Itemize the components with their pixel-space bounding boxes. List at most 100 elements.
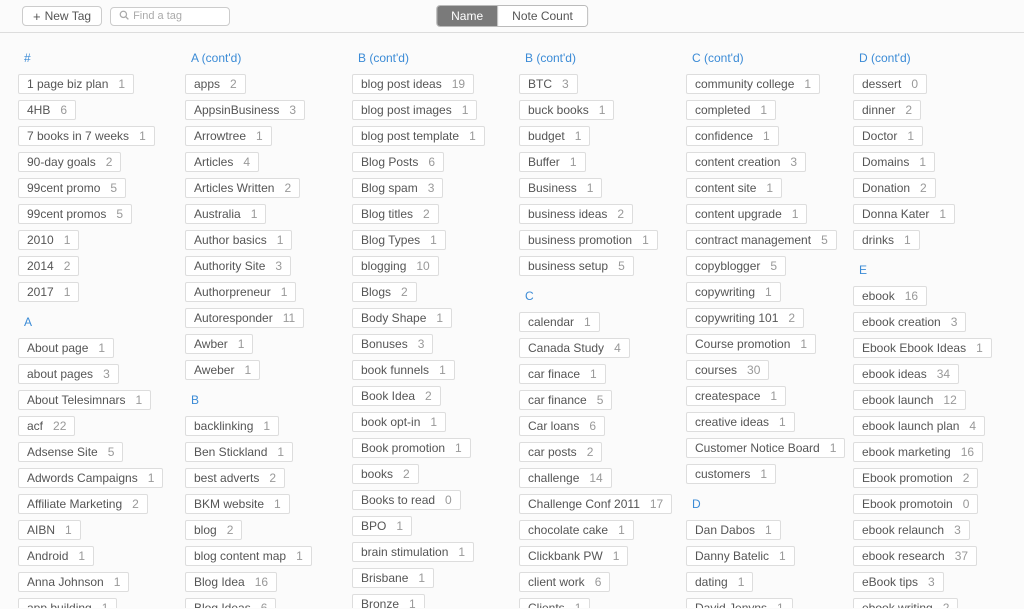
tag-pill[interactable]: 7 books in 7 weeks1 bbox=[18, 126, 155, 146]
tag-pill[interactable]: eBook tips3 bbox=[853, 572, 944, 592]
tag-pill[interactable]: challenge14 bbox=[519, 468, 612, 488]
tag-pill[interactable]: Australia1 bbox=[185, 204, 266, 224]
tag-pill[interactable]: content creation3 bbox=[686, 152, 806, 172]
tag-pill[interactable]: Donna Kater1 bbox=[853, 204, 955, 224]
tag-pill[interactable]: BKM website1 bbox=[185, 494, 290, 514]
tag-pill[interactable]: Ebook promotion2 bbox=[853, 468, 978, 488]
tag-pill[interactable]: Donation2 bbox=[853, 178, 936, 198]
tag-pill[interactable]: 1 page biz plan1 bbox=[18, 74, 134, 94]
tag-pill[interactable]: books2 bbox=[352, 464, 419, 484]
tag-pill[interactable]: Customer Notice Board1 bbox=[686, 438, 845, 458]
tag-pill[interactable]: 20171 bbox=[18, 282, 79, 302]
tag-pill[interactable]: AIBN1 bbox=[18, 520, 81, 540]
sort-by-count-button[interactable]: Note Count bbox=[497, 6, 587, 26]
tag-pill[interactable]: Android1 bbox=[18, 546, 94, 566]
tag-pill[interactable]: createspace1 bbox=[686, 386, 786, 406]
tag-pill[interactable]: Ebook promotoin0 bbox=[853, 494, 978, 514]
tag-pill[interactable]: Car loans6 bbox=[519, 416, 605, 436]
tag-pill[interactable]: ebook marketing16 bbox=[853, 442, 983, 462]
tag-pill[interactable]: Book promotion1 bbox=[352, 438, 471, 458]
tag-pill[interactable]: creative ideas1 bbox=[686, 412, 795, 432]
tag-pill[interactable]: Blog Idea16 bbox=[185, 572, 277, 592]
tag-pill[interactable]: car finace1 bbox=[519, 364, 606, 384]
tag-pill[interactable]: copyblogger5 bbox=[686, 256, 786, 276]
tag-pill[interactable]: Aweber1 bbox=[185, 360, 260, 380]
tag-pill[interactable]: Ben Stickland1 bbox=[185, 442, 293, 462]
tag-pill[interactable]: 20142 bbox=[18, 256, 79, 276]
tag-pill[interactable]: acf22 bbox=[18, 416, 75, 436]
tag-pill[interactable]: Autoresponder11 bbox=[185, 308, 304, 328]
tag-pill[interactable]: Books to read0 bbox=[352, 490, 461, 510]
tag-pill[interactable]: Awber1 bbox=[185, 334, 253, 354]
tag-pill[interactable]: Authorpreneur1 bbox=[185, 282, 296, 302]
tag-pill[interactable]: app building1 bbox=[18, 598, 117, 608]
tag-pill[interactable]: Adsense Site5 bbox=[18, 442, 123, 462]
tag-pill[interactable]: buck books1 bbox=[519, 100, 614, 120]
tag-pill[interactable]: Brisbane1 bbox=[352, 568, 434, 588]
tag-pill[interactable]: copywriting 1012 bbox=[686, 308, 804, 328]
tag-pill[interactable]: ebook creation3 bbox=[853, 312, 966, 332]
tag-pill[interactable]: About page1 bbox=[18, 338, 114, 358]
tag-pill[interactable]: client work6 bbox=[519, 572, 610, 592]
tag-pill[interactable]: 90-day goals2 bbox=[18, 152, 121, 172]
tag-pill[interactable]: BTC3 bbox=[519, 74, 578, 94]
tag-pill[interactable]: Dan Dabos1 bbox=[686, 520, 781, 540]
tag-pill[interactable]: Ebook Ebook Ideas1 bbox=[853, 338, 992, 358]
tag-pill[interactable]: Anna Johnson1 bbox=[18, 572, 129, 592]
tag-pill[interactable]: budget1 bbox=[519, 126, 590, 146]
tag-pill[interactable]: ebook16 bbox=[853, 286, 927, 306]
tag-pill[interactable]: Blog titles2 bbox=[352, 204, 439, 224]
tag-pill[interactable]: Clients1 bbox=[519, 598, 590, 608]
tag-pill[interactable]: Doctor1 bbox=[853, 126, 923, 146]
tag-pill[interactable]: dating1 bbox=[686, 572, 753, 592]
tag-pill[interactable]: completed1 bbox=[686, 100, 776, 120]
tag-pill[interactable]: business ideas2 bbox=[519, 204, 633, 224]
tag-pill[interactable]: Blog Posts6 bbox=[352, 152, 444, 172]
tag-pill[interactable]: Buffer1 bbox=[519, 152, 586, 172]
tag-pill[interactable]: drinks1 bbox=[853, 230, 920, 250]
tag-pill[interactable]: Clickbank PW1 bbox=[519, 546, 628, 566]
tag-pill[interactable]: ebook launch12 bbox=[853, 390, 966, 410]
tag-pill[interactable]: about pages3 bbox=[18, 364, 119, 384]
tag-pill[interactable]: Business1 bbox=[519, 178, 602, 198]
tag-pill[interactable]: business promotion1 bbox=[519, 230, 658, 250]
tag-pill[interactable]: Course promotion1 bbox=[686, 334, 816, 354]
tag-pill[interactable]: Bonuses3 bbox=[352, 334, 433, 354]
tag-pill[interactable]: Canada Study4 bbox=[519, 338, 630, 358]
tag-pill[interactable]: Authority Site3 bbox=[185, 256, 291, 276]
tag-pill[interactable]: Book Idea2 bbox=[352, 386, 441, 406]
tag-pill[interactable]: BPO1 bbox=[352, 516, 412, 536]
tag-pill[interactable]: Articles Written2 bbox=[185, 178, 300, 198]
tag-pill[interactable]: Bronze1 bbox=[352, 594, 425, 608]
tag-pill[interactable]: blog post template1 bbox=[352, 126, 485, 146]
tag-pill[interactable]: apps2 bbox=[185, 74, 246, 94]
tag-pill[interactable]: ebook writing2 bbox=[853, 598, 958, 608]
tag-pill[interactable]: chocolate cake1 bbox=[519, 520, 634, 540]
tag-pill[interactable]: 20101 bbox=[18, 230, 79, 250]
tag-pill[interactable]: brain stimulation1 bbox=[352, 542, 474, 562]
tag-pill[interactable]: ebook ideas34 bbox=[853, 364, 959, 384]
tag-pill[interactable]: Affiliate Marketing2 bbox=[18, 494, 148, 514]
search-input[interactable] bbox=[133, 10, 221, 22]
tag-pill[interactable]: Author basics1 bbox=[185, 230, 292, 250]
tag-pill[interactable]: blog post images1 bbox=[352, 100, 477, 120]
tag-pill[interactable]: ebook launch plan4 bbox=[853, 416, 985, 436]
tag-pill[interactable]: content upgrade1 bbox=[686, 204, 807, 224]
tag-pill[interactable]: car posts2 bbox=[519, 442, 602, 462]
tag-pill[interactable]: courses30 bbox=[686, 360, 769, 380]
tag-pill[interactable]: book funnels1 bbox=[352, 360, 455, 380]
tag-pill[interactable]: copywriting1 bbox=[686, 282, 781, 302]
tag-pill[interactable]: Challenge Conf 201117 bbox=[519, 494, 672, 514]
tag-pill[interactable]: 4HB6 bbox=[18, 100, 76, 120]
tag-pill[interactable]: Danny Batelic1 bbox=[686, 546, 795, 566]
tag-pill[interactable]: customers1 bbox=[686, 464, 776, 484]
tag-pill[interactable]: About Telesimnars1 bbox=[18, 390, 151, 410]
tag-pill[interactable]: Body Shape1 bbox=[352, 308, 452, 328]
sort-by-name-button[interactable]: Name bbox=[437, 6, 497, 26]
tag-pill[interactable]: confidence1 bbox=[686, 126, 779, 146]
tag-pill[interactable]: Domains1 bbox=[853, 152, 935, 172]
tag-pill[interactable]: business setup5 bbox=[519, 256, 634, 276]
tag-pill[interactable]: 99cent promos5 bbox=[18, 204, 132, 224]
tag-pill[interactable]: dinner2 bbox=[853, 100, 921, 120]
tag-pill[interactable]: Arrowtree1 bbox=[185, 126, 272, 146]
